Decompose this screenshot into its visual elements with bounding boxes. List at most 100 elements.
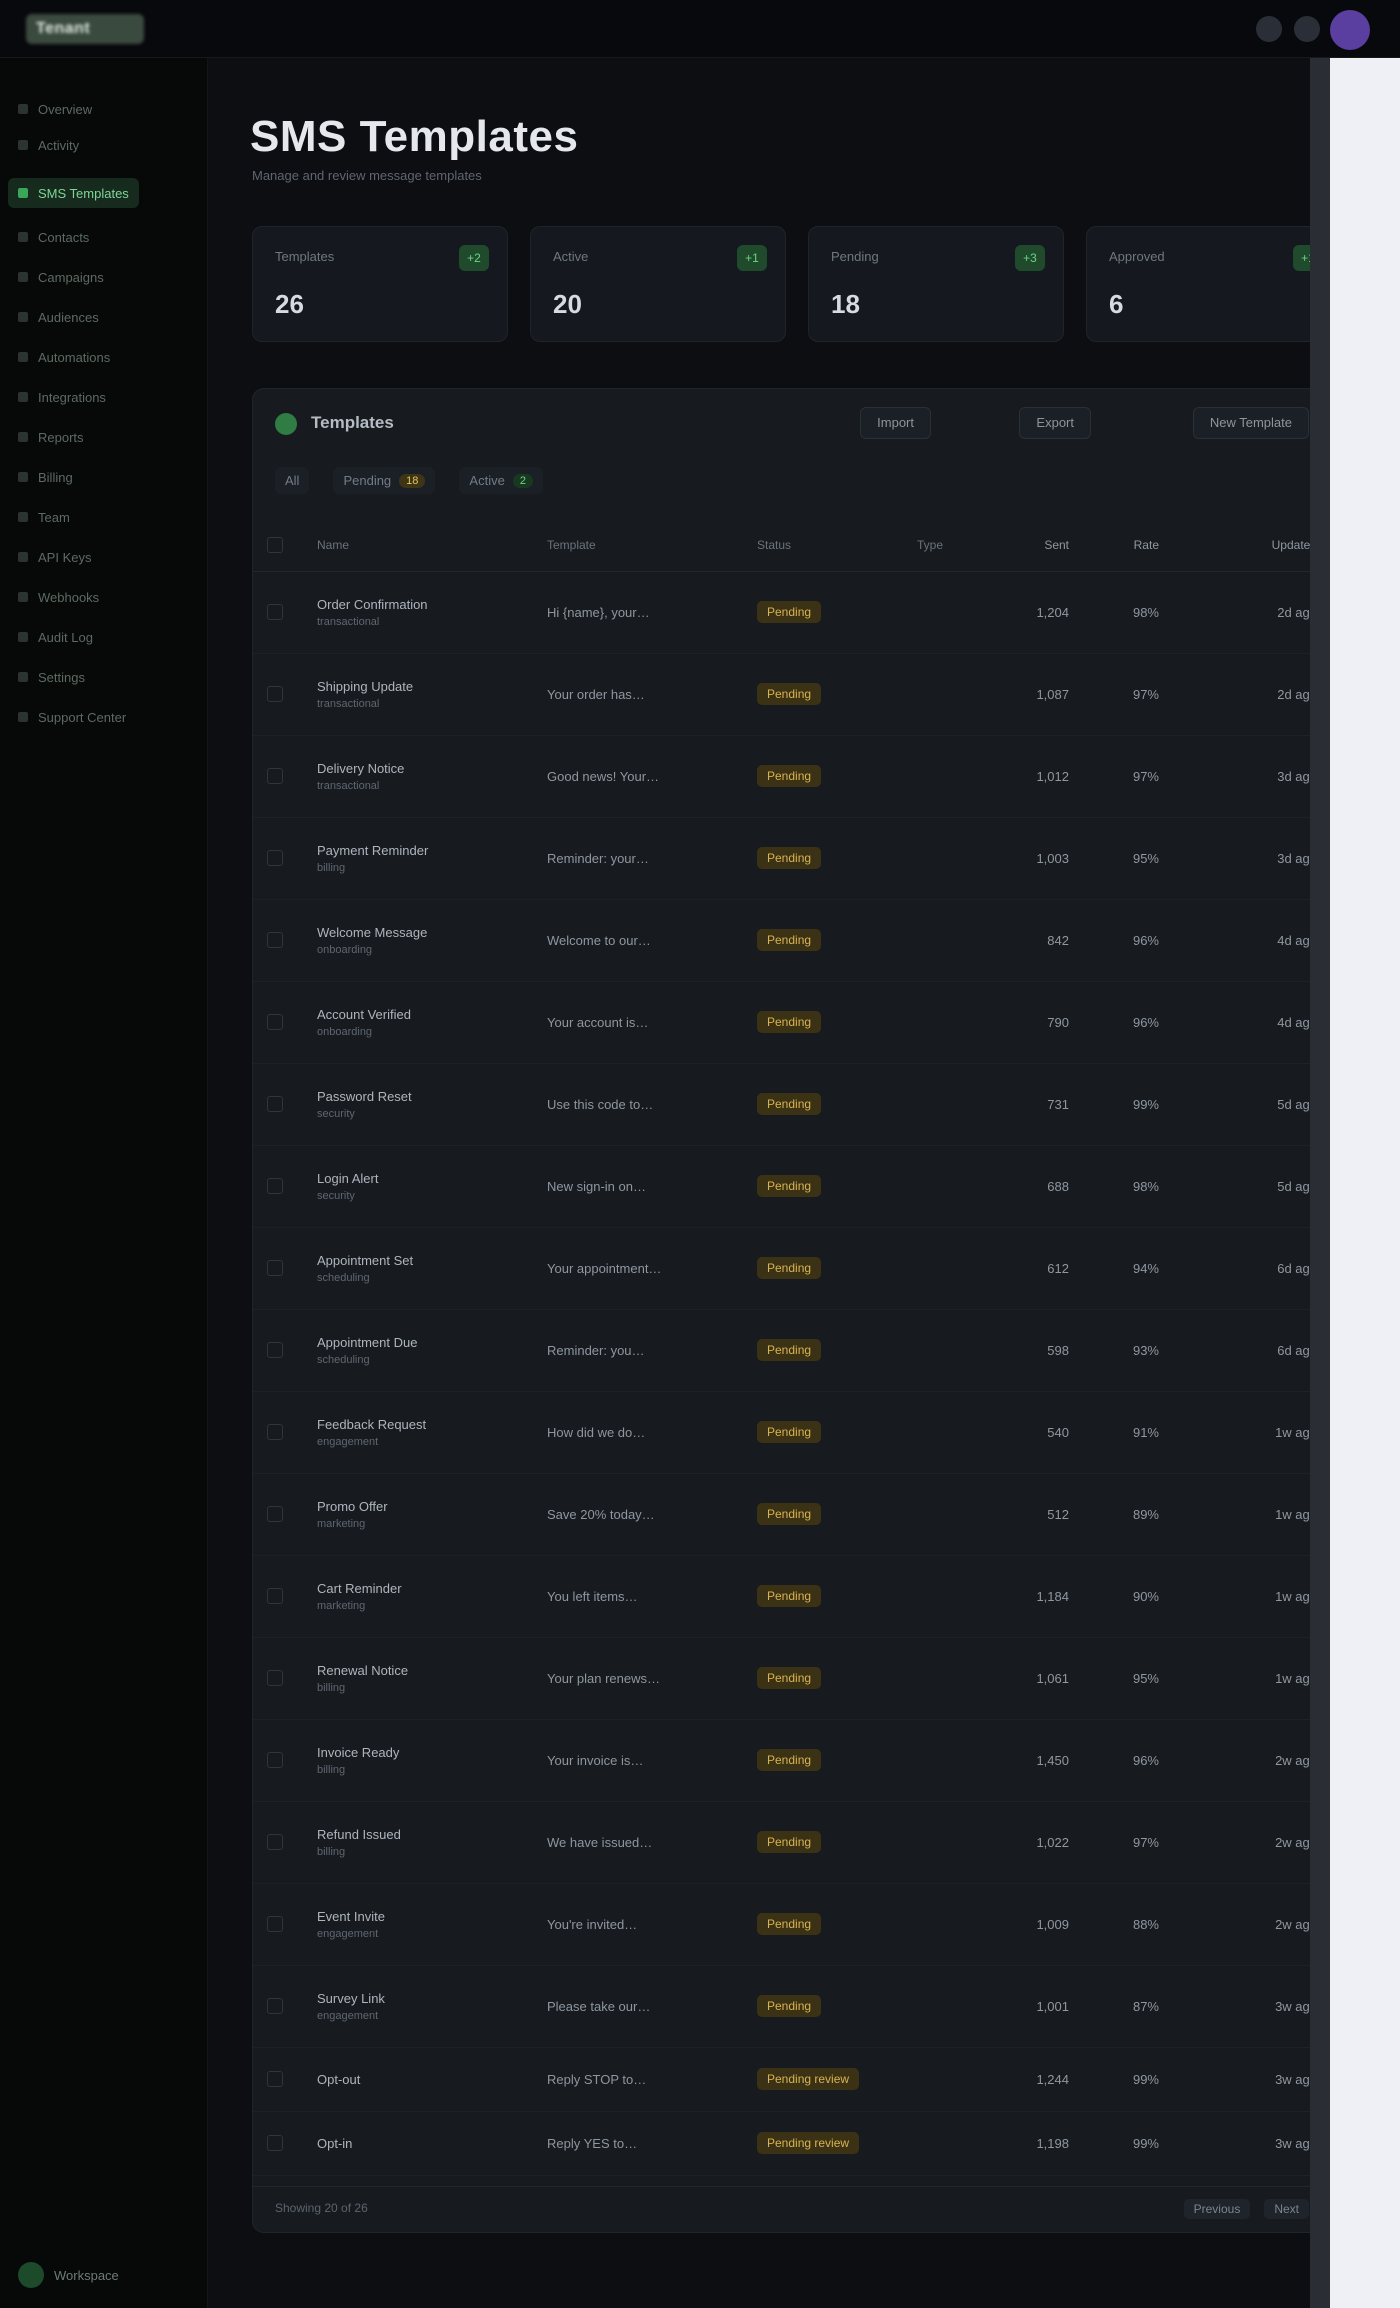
table-row[interactable]: Survey Link engagement Please take our… Pen… [253,1965,1331,2048]
table-row[interactable]: Payment Reminder billing Reminder: your… Pe… [253,817,1331,900]
col-rate[interactable]: Rate [1083,519,1173,572]
row-checkbox[interactable] [267,1178,283,1194]
row-checkbox[interactable] [267,1998,283,2014]
template-name[interactable]: Shipping Update [317,679,519,694]
sidebar-item-sms-templates[interactable]: SMS Templates [8,178,139,208]
select-all-cell[interactable] [253,519,303,572]
table-row[interactable]: Welcome Message onboarding Welcome to our…… [253,899,1331,982]
next-page-button[interactable]: Next [1264,2199,1309,2219]
workspace-switcher[interactable]: Workspace [18,2262,119,2288]
template-name[interactable]: Promo Offer [317,1499,519,1514]
template-name[interactable]: Cart Reminder [317,1581,519,1596]
sidebar-item-team[interactable]: Team [18,506,70,528]
row-select-cell[interactable] [253,571,303,654]
template-name[interactable]: Feedback Request [317,1417,519,1432]
row-checkbox[interactable] [267,1670,283,1686]
table-row[interactable]: Account Verified onboarding Your account i… [253,981,1331,1064]
row-select-cell[interactable] [253,1391,303,1474]
row-select-cell[interactable] [253,653,303,736]
sidebar-item-audiences[interactable]: Audiences [18,306,99,328]
table-row[interactable]: Opt-out Reply STOP to… Pending review 1,244… [253,2047,1331,2112]
col-name[interactable]: Name [303,519,533,572]
select-all-checkbox[interactable] [267,536,283,553]
table-row[interactable]: Order Confirmation transactional Hi {name}… [253,571,1331,654]
row-select-cell[interactable] [253,735,303,818]
template-name[interactable]: Renewal Notice [317,1663,519,1678]
template-name[interactable]: Account Verified [317,1007,519,1022]
row-select-cell[interactable] [253,1063,303,1146]
col-status[interactable]: Status [743,519,903,572]
table-row[interactable]: Appointment Due scheduling Reminder: you… P… [253,1309,1331,1392]
template-name[interactable]: Appointment Due [317,1335,519,1350]
export-button[interactable]: Export [1019,407,1091,439]
row-checkbox[interactable] [267,1424,283,1440]
sidebar-item-contacts[interactable]: Contacts [18,226,89,248]
sidebar-item-automations[interactable]: Automations [18,346,110,368]
row-select-cell[interactable] [253,1637,303,1720]
row-select-cell[interactable] [253,817,303,900]
col-sent[interactable]: Sent [983,519,1083,572]
table-row[interactable]: Opt-in Reply YES to… Pending review 1,198 99… [253,2111,1331,2176]
row-select-cell[interactable] [253,1227,303,1310]
row-select-cell[interactable] [253,2111,303,2176]
table-row[interactable]: Password Reset security Use this code to… P… [253,1063,1331,1146]
template-name[interactable]: Refund Issued [317,1827,519,1842]
col-type[interactable]: Type [903,519,983,572]
help-icon[interactable] [1294,16,1320,42]
filter-all[interactable]: All [275,467,310,494]
row-select-cell[interactable] [253,1555,303,1638]
template-name[interactable]: Survey Link [317,1991,519,2006]
sidebar-item-campaigns[interactable]: Campaigns [18,266,104,288]
table-row[interactable]: Delivery Notice transactional Good news! Y… [253,735,1331,818]
row-checkbox[interactable] [267,1916,283,1932]
row-select-cell[interactable] [253,1965,303,2048]
sidebar-item-integrations[interactable]: Integrations [18,386,106,408]
sidebar-item-settings[interactable]: Settings [18,666,85,688]
import-button[interactable]: Import [860,407,931,439]
table-row[interactable]: Invoice Ready billing Your invoice is… Pend… [253,1719,1331,1802]
table-row[interactable]: Event Invite engagement You're invited… Pen… [253,1883,1331,1966]
sidebar-item-webhooks[interactable]: Webhooks [18,586,99,608]
template-name[interactable]: Invoice Ready [317,1745,519,1760]
row-checkbox[interactable] [267,1588,283,1604]
template-name[interactable]: Order Confirmation [317,597,519,612]
template-name[interactable]: Appointment Set [317,1253,519,1268]
row-select-cell[interactable] [253,2047,303,2112]
row-checkbox[interactable] [267,1260,283,1276]
row-checkbox[interactable] [267,1752,283,1768]
template-name[interactable]: Login Alert [317,1171,519,1186]
table-row[interactable]: Refund Issued billing We have issued… Pendi… [253,1801,1331,1884]
template-name[interactable]: Opt-in [317,2136,519,2151]
table-row[interactable]: Appointment Set scheduling Your appointmen… [253,1227,1331,1310]
filter-pending[interactable]: Pending 18 [333,467,436,494]
row-checkbox[interactable] [267,604,283,620]
sidebar-item-api-keys[interactable]: API Keys [18,546,91,568]
row-checkbox[interactable] [267,1342,283,1358]
row-checkbox[interactable] [267,2071,283,2087]
row-checkbox[interactable] [267,1096,283,1112]
table-row[interactable]: Promo Offer marketing Save 20% today… Pendi… [253,1473,1331,1556]
bell-icon[interactable] [1256,16,1282,42]
template-name[interactable]: Payment Reminder [317,843,519,858]
new-template-button[interactable]: New Template [1192,407,1309,439]
table-row[interactable]: Shipping Update transactional Your order h… [253,653,1331,736]
table-row[interactable]: Feedback Request engagement How did we do…… [253,1391,1331,1474]
sidebar-item-audit-log[interactable]: Audit Log [18,626,93,648]
avatar[interactable] [1330,10,1370,50]
row-select-cell[interactable] [253,1719,303,1802]
row-checkbox[interactable] [267,1834,283,1850]
row-select-cell[interactable] [253,1145,303,1228]
sidebar-item-overview[interactable]: Overview [18,98,92,120]
template-name[interactable]: Welcome Message [317,925,519,940]
row-checkbox[interactable] [267,2135,283,2151]
previous-page-button[interactable]: Previous [1183,2199,1251,2219]
col-template[interactable]: Template [533,519,743,572]
row-select-cell[interactable] [253,1473,303,1556]
sidebar-item-support[interactable]: Support Center [18,706,126,728]
row-checkbox[interactable] [267,1014,283,1030]
col-updated[interactable]: Updated [1173,519,1331,572]
table-row[interactable]: Login Alert security New sign-in on… Pendin… [253,1145,1331,1228]
row-checkbox[interactable] [267,768,283,784]
row-select-cell[interactable] [253,899,303,982]
row-checkbox[interactable] [267,1506,283,1522]
